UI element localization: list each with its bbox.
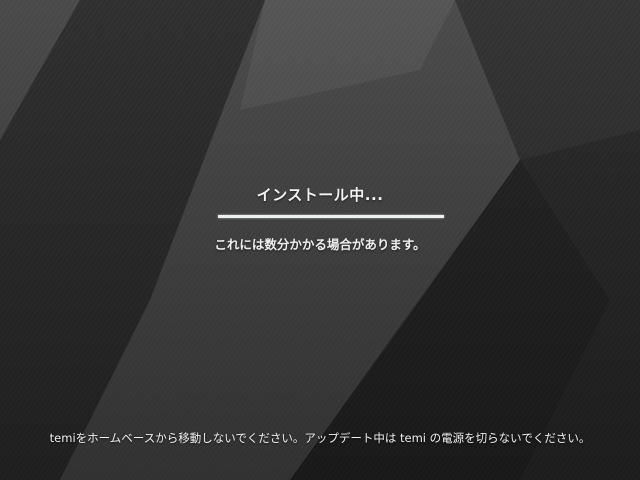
install-progress-fill bbox=[218, 215, 444, 218]
install-status-title: インストール中... bbox=[256, 186, 384, 204]
install-screen: インストール中... これには数分かかる場合があります。 temiをホームベース… bbox=[0, 0, 640, 480]
do-not-move-warning: temiをホームベースから移動しないでください。アップデート中は temi の電… bbox=[49, 431, 591, 445]
install-duration-note: これには数分かかる場合があります。 bbox=[214, 237, 426, 252]
install-progress-bar bbox=[218, 215, 444, 218]
